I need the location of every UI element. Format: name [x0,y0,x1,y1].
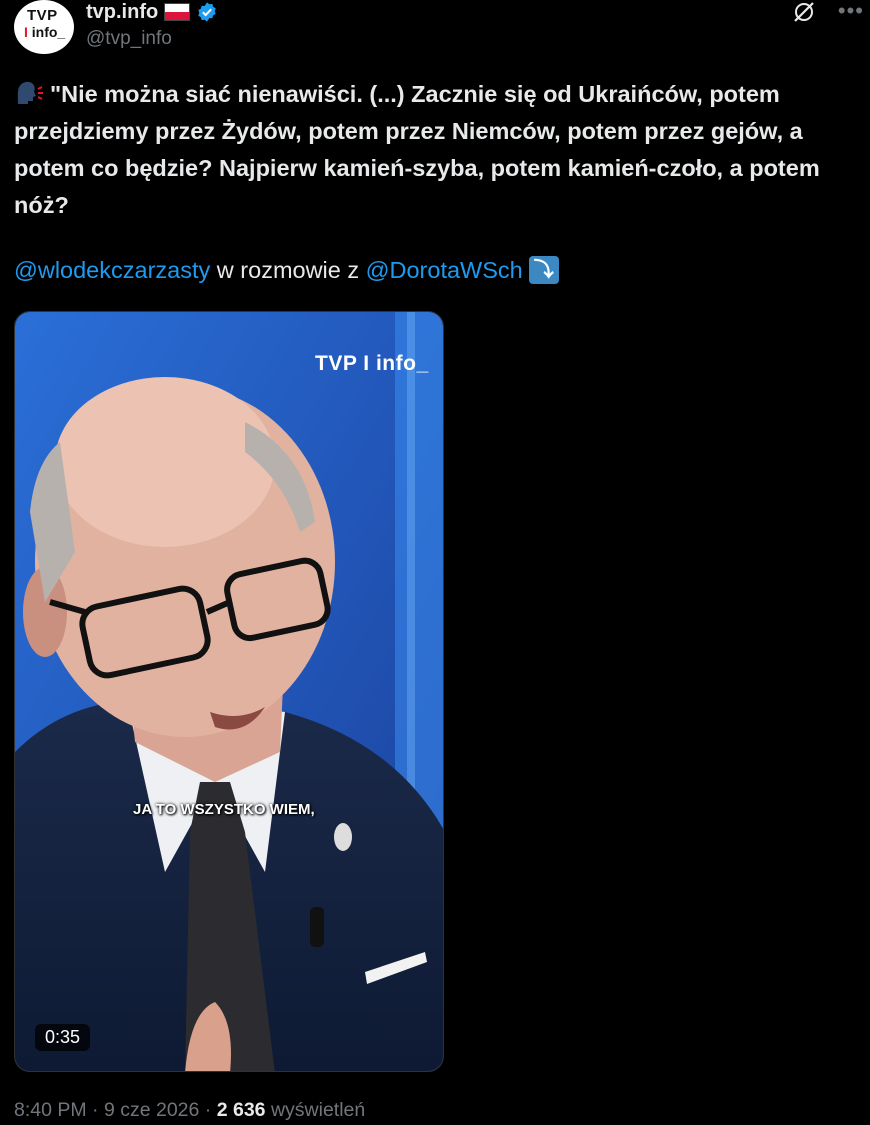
video-caption: JA TO WSZYSTKO WIEM, [133,801,315,818]
mention-connector: w rozmowie z [210,256,366,283]
poland-flag-icon [164,3,191,21]
verified-badge-icon[interactable] [196,1,218,23]
tweet-header: TVP I info_ tvp.info @tvp_info ••• [14,0,864,60]
view-count-label: wyświetleń [265,1099,366,1121]
channel-logo: TVP I info_ [315,352,429,375]
tweet-meta: 8:40 PM · 9 cze 2026 · 2 636 wyświetleń [14,1099,365,1122]
mention-link[interactable]: @wlodekczarzasty [14,257,210,284]
meta-separator: · [86,1099,104,1121]
grok-icon[interactable] [792,0,816,24]
more-options-icon[interactable]: ••• [838,0,864,24]
tweet-body: "Nie można siać nienawiści. (...) Zaczni… [14,81,827,218]
post-time[interactable]: 8:40 PM [14,1099,87,1121]
meta-separator: · [199,1099,217,1121]
avatar[interactable]: TVP I info_ [14,0,74,54]
name-row: tvp.info [86,0,218,24]
account-name[interactable]: tvp.info [86,1,158,24]
mention-line: @wlodekczarzasty w rozmowie z @DorotaWSc… [14,256,559,284]
video-player[interactable]: TVP I info_ JA TO WSZYSTKO WIEM, 0:35 [14,311,444,1072]
speaking-head-icon [17,81,43,104]
post-date[interactable]: 9 cze 2026 [104,1099,199,1121]
tweet-text: "Nie można siać nienawiści. (...) Zaczni… [14,76,860,224]
video-duration: 0:35 [35,1024,91,1051]
video-frame [15,312,443,1071]
arrow-down-right-icon: ⤵ [528,256,559,284]
avatar-logo-text: TVP [27,7,58,24]
account-handle[interactable]: @tvp_info [86,28,172,50]
avatar-logo-subtext: I info_ [24,24,66,40]
view-count: 2 636 [216,1099,266,1121]
mention-link-2[interactable]: @DorotaWSch [366,257,523,284]
